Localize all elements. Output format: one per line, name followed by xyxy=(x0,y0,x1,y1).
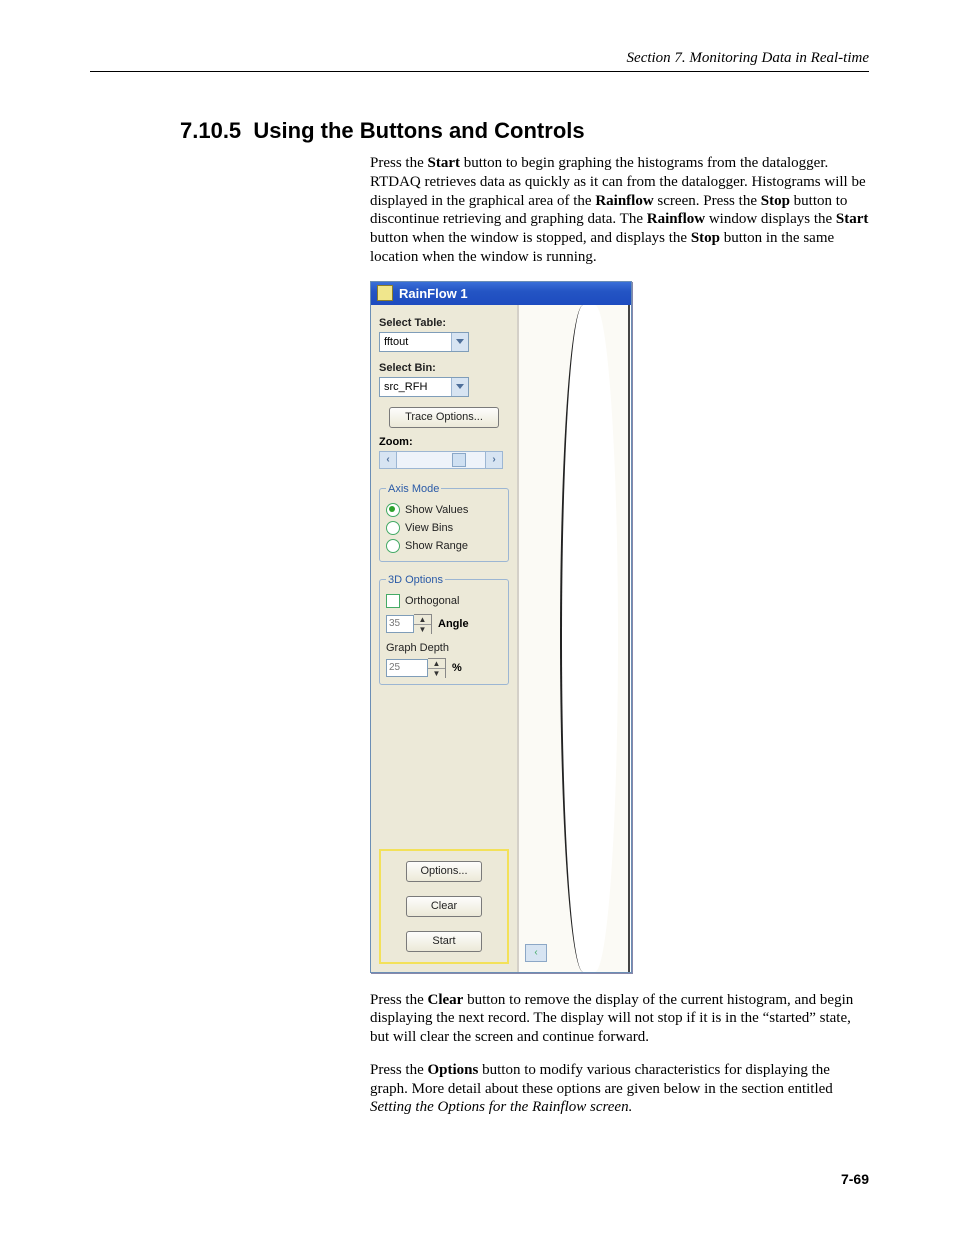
radio-icon[interactable] xyxy=(386,539,400,553)
axis-mode-group: Axis Mode Show Values View Bins Show Ran… xyxy=(379,483,509,562)
select-bin-label: Select Bin: xyxy=(379,362,509,374)
trace-options-button[interactable]: Trace Options... xyxy=(389,407,499,428)
section-heading: 7.10.5 Using the Buttons and Controls xyxy=(180,118,869,144)
checkbox-icon[interactable] xyxy=(386,594,400,608)
controls-panel: Select Table: fftout Select Bin: src_RFH… xyxy=(371,305,519,972)
depth-stepper[interactable]: ▲ ▼ xyxy=(428,658,446,678)
orthogonal-checkbox[interactable]: Orthogonal xyxy=(386,592,502,610)
window-title: RainFlow 1 xyxy=(399,286,468,301)
3d-options-group: 3D Options Orthogonal 35 ▲ ▼ Angle Graph… xyxy=(379,574,509,685)
radio-icon[interactable] xyxy=(386,521,400,535)
options-button[interactable]: Options... xyxy=(406,861,482,882)
select-bin-value: src_RFH xyxy=(380,381,451,393)
graph-area: ‹ xyxy=(519,305,631,972)
chevron-down-icon[interactable] xyxy=(451,333,468,351)
angle-input[interactable]: 35 xyxy=(386,615,414,633)
select-table-value: fftout xyxy=(380,336,451,348)
step-up-icon[interactable]: ▲ xyxy=(414,615,431,625)
3d-options-legend: 3D Options xyxy=(386,574,445,586)
axis-mode-view-bins[interactable]: View Bins xyxy=(386,519,502,537)
bottom-button-group: Options... Clear Start xyxy=(379,849,509,964)
hscroll-left-button[interactable]: ‹ xyxy=(525,944,547,962)
section-title-text: Using the Buttons and Controls xyxy=(253,118,584,143)
page-number: 7-69 xyxy=(841,1171,869,1187)
angle-label: Angle xyxy=(438,618,469,630)
paragraph-2: Press the Clear button to remove the dis… xyxy=(370,991,869,1047)
step-down-icon[interactable]: ▼ xyxy=(414,625,431,634)
graph-depth-label: Graph Depth xyxy=(386,642,502,654)
select-bin-dropdown[interactable]: src_RFH xyxy=(379,377,469,397)
paragraph-3: Press the Options button to modify vario… xyxy=(370,1061,869,1117)
zoom-label: Zoom: xyxy=(379,436,509,448)
scroll-thumb[interactable] xyxy=(452,453,466,467)
scroll-left-icon[interactable]: ‹ xyxy=(380,452,397,468)
axis-mode-legend: Axis Mode xyxy=(386,483,441,495)
app-icon xyxy=(377,285,393,301)
rainflow-window: RainFlow 1 ‹ Select Table: fftout Select… xyxy=(370,281,632,973)
angle-stepper[interactable]: ▲ ▼ xyxy=(414,614,432,634)
running-head: Section 7. Monitoring Data in Real-time xyxy=(90,50,869,72)
radio-icon[interactable] xyxy=(386,503,400,517)
zoom-scrollbar[interactable]: ‹ › xyxy=(379,451,503,469)
select-table-label: Select Table: xyxy=(379,317,509,329)
scroll-right-icon[interactable]: › xyxy=(485,452,502,468)
start-button[interactable]: Start xyxy=(406,931,482,952)
depth-unit: % xyxy=(452,662,462,674)
axis-mode-show-range[interactable]: Show Range xyxy=(386,537,502,555)
depth-input[interactable]: 25 xyxy=(386,659,428,677)
titlebar[interactable]: RainFlow 1 xyxy=(371,282,631,306)
select-table-dropdown[interactable]: fftout xyxy=(379,332,469,352)
paragraph-1: Press the Start button to begin graphing… xyxy=(370,154,869,267)
chevron-down-icon[interactable] xyxy=(451,378,468,396)
section-number: 7.10.5 xyxy=(180,118,241,143)
step-up-icon[interactable]: ▲ xyxy=(428,659,445,669)
step-down-icon[interactable]: ▼ xyxy=(428,669,445,678)
clear-button[interactable]: Clear xyxy=(406,896,482,917)
axis-mode-show-values[interactable]: Show Values xyxy=(386,501,502,519)
